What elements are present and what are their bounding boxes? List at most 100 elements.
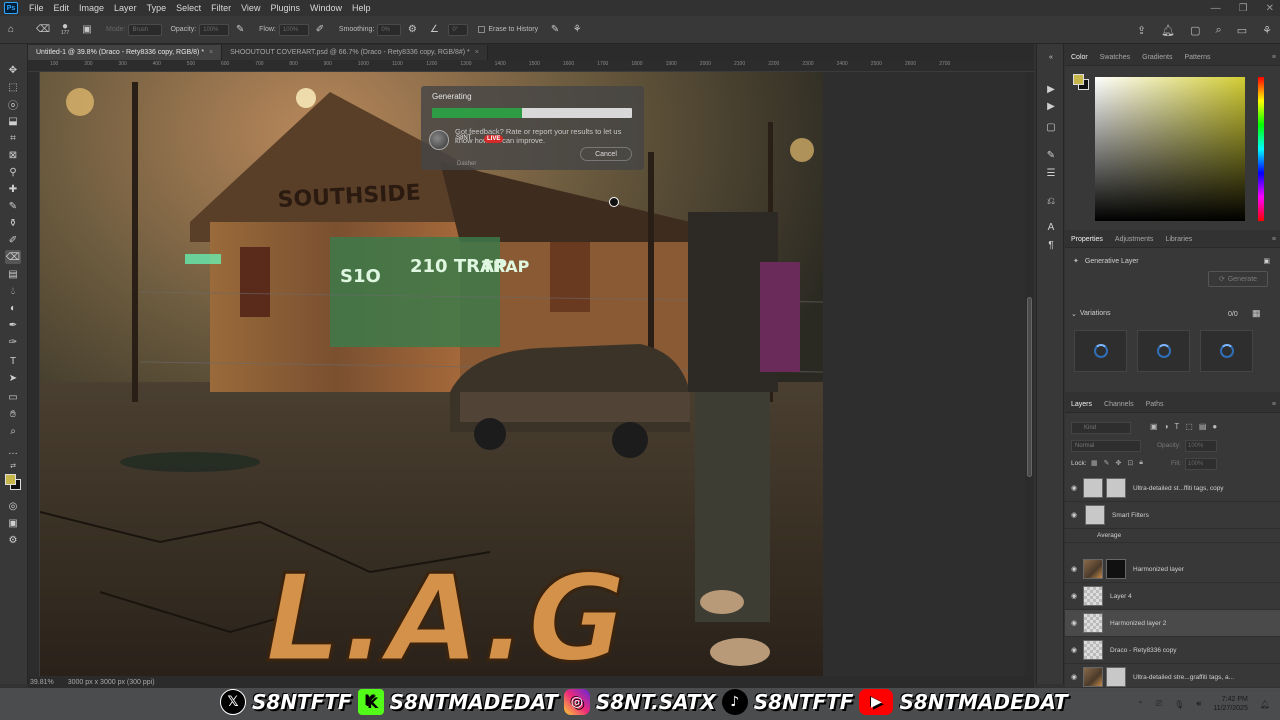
layer-row[interactable]: ◉ Smart Filters bbox=[1065, 502, 1280, 529]
variations-header[interactable]: ⌄ Variations bbox=[1071, 310, 1110, 318]
generative-options-icon[interactable]: ▣ bbox=[1263, 257, 1270, 265]
menu-help[interactable]: Help bbox=[347, 3, 376, 13]
scroll-thumb[interactable] bbox=[1027, 297, 1032, 477]
lock-artboard-icon[interactable]: ⊡ bbox=[1127, 459, 1133, 467]
eraser-tool-icon[interactable]: ⌫ bbox=[5, 250, 21, 264]
brush-settings-icon[interactable]: ✎ bbox=[1044, 148, 1058, 162]
color-picker-field[interactable] bbox=[1095, 77, 1245, 221]
eyedropper-tool-icon[interactable]: ⚲ bbox=[5, 165, 21, 179]
brush-settings-icon[interactable]: ▣ bbox=[80, 23, 94, 37]
close-tab-icon[interactable]: × bbox=[475, 49, 479, 56]
layer-row[interactable]: ◉ Harmonized layer 2 bbox=[1065, 610, 1280, 637]
more-tools-icon[interactable]: … bbox=[5, 444, 21, 458]
path-select-icon[interactable]: ➤ bbox=[5, 371, 21, 385]
visibility-eye-icon[interactable]: ◉ bbox=[1065, 646, 1083, 654]
visibility-eye-icon[interactable]: ◉ bbox=[1065, 565, 1083, 573]
network-icon[interactable]: ⎚ bbox=[1156, 699, 1162, 709]
layer-filter-kind[interactable]: Kind bbox=[1071, 422, 1131, 434]
quick-mask-icon[interactable]: ◎ bbox=[5, 499, 21, 513]
lock-all-icon[interactable]: 🔒︎ bbox=[1139, 459, 1143, 467]
layer-row[interactable]: ◉ Draco - Rety8336 copy bbox=[1065, 637, 1280, 664]
object-select-tool-icon[interactable]: ⬓ bbox=[5, 114, 21, 128]
visibility-eye-icon[interactable]: ◉ bbox=[1065, 619, 1083, 627]
symmetry-icon[interactable]: ⚘ bbox=[570, 23, 584, 37]
character-icon[interactable]: A bbox=[1044, 220, 1058, 234]
screen-mode-icon[interactable]: ▣ bbox=[5, 516, 21, 530]
lock-pixels-icon[interactable]: ✎ bbox=[1104, 459, 1110, 467]
zoom-tool-icon[interactable]: ⌕ bbox=[5, 424, 21, 438]
visibility-eye-icon[interactable]: ◉ bbox=[1065, 511, 1083, 519]
layer-row[interactable]: ◉ Ultra-detailed st...ffiti tags, copy bbox=[1065, 475, 1280, 502]
grid-view-icon[interactable]: ▦ bbox=[1252, 308, 1261, 319]
tab-gradients[interactable]: Gradients bbox=[1136, 54, 1178, 61]
mode-select[interactable]: Brush bbox=[128, 23, 163, 36]
paragraph-icon[interactable]: ¶ bbox=[1044, 238, 1058, 252]
tab-layers[interactable]: Layers bbox=[1065, 401, 1098, 408]
airbrush-icon[interactable]: ✐ bbox=[313, 23, 327, 37]
menu-view[interactable]: View bbox=[236, 3, 265, 13]
hand-tool-icon[interactable]: ✋︎ bbox=[5, 407, 21, 421]
tab-patterns[interactable]: Patterns bbox=[1178, 54, 1216, 61]
notifications-icon[interactable]: 🔔︎ bbox=[1161, 24, 1175, 37]
zoom-level[interactable]: 39.81% bbox=[30, 679, 54, 686]
menu-edit[interactable]: Edit bbox=[49, 3, 75, 13]
share-icon[interactable]: ⇪ bbox=[1137, 24, 1146, 37]
vertical-scrollbar[interactable] bbox=[1025, 72, 1034, 676]
frame-tool-icon[interactable]: ⊠ bbox=[5, 148, 21, 162]
move-tool-icon[interactable]: ✥ bbox=[5, 63, 21, 77]
tab-untitled-1[interactable]: Untitled-1 @ 39.8% (Draco - Rety8336 cop… bbox=[28, 45, 223, 60]
edit-toolbar-icon[interactable]: ⚙ bbox=[5, 533, 21, 547]
pressure-size-icon[interactable]: ✎ bbox=[548, 23, 562, 37]
tab-adjustments[interactable]: Adjustments bbox=[1109, 236, 1160, 243]
brush-tool-icon[interactable]: ✎ bbox=[5, 199, 21, 213]
clone-stamp-icon[interactable]: ⚱ bbox=[5, 216, 21, 230]
visibility-eye-icon[interactable]: ◉ bbox=[1065, 484, 1083, 492]
lasso-tool-icon[interactable]: ⓞ bbox=[5, 97, 21, 112]
maximize-icon[interactable]: ❐ bbox=[1239, 3, 1248, 14]
filter-toggle-icon[interactable]: ● bbox=[1212, 422, 1217, 431]
play-icon[interactable]: ▶ bbox=[1044, 99, 1058, 113]
dodge-tool-icon[interactable]: ◐ bbox=[5, 301, 21, 315]
variation-thumb-3[interactable] bbox=[1200, 330, 1253, 372]
rectangle-tool-icon[interactable]: ▭ bbox=[5, 390, 21, 404]
variation-thumb-1[interactable] bbox=[1074, 330, 1127, 372]
menu-plugins[interactable]: Plugins bbox=[265, 3, 305, 13]
tab-shootout-coverart[interactable]: SHOOUTOUT COVERART.psd @ 66.7% (Draco - … bbox=[222, 45, 488, 60]
variation-thumb-2[interactable] bbox=[1137, 330, 1190, 372]
type-tool-icon[interactable]: T bbox=[5, 354, 21, 368]
discover-icon[interactable]: ⚘ bbox=[1262, 24, 1272, 37]
opacity-field[interactable]: 100% bbox=[199, 23, 230, 36]
eraser-tool-icon[interactable]: ⌫ bbox=[36, 23, 50, 37]
layer-mask-thumbnail[interactable] bbox=[1106, 478, 1126, 498]
menu-type[interactable]: Type bbox=[142, 3, 172, 13]
smoothing-field[interactable]: 0% bbox=[377, 23, 402, 36]
history-brush-icon[interactable]: ✐ bbox=[5, 233, 21, 247]
adjust-icon[interactable]: ☰ bbox=[1044, 166, 1058, 180]
pen-freeform-icon[interactable]: ✑ bbox=[5, 335, 21, 349]
tab-paths[interactable]: Paths bbox=[1140, 401, 1170, 408]
visibility-eye-icon[interactable]: ◉ bbox=[1065, 673, 1083, 681]
foreground-color-swatch[interactable] bbox=[5, 474, 16, 485]
blur-tool-icon[interactable]: 💧︎ bbox=[5, 284, 21, 298]
menu-select[interactable]: Select bbox=[171, 3, 206, 13]
panel-menu-icon[interactable]: ≡ bbox=[1272, 236, 1276, 243]
clock[interactable]: 7:42 PM 11/27/2025 bbox=[1213, 695, 1248, 713]
brush-preset-icon[interactable]: ● 177 bbox=[58, 21, 72, 37]
layer-opacity-field[interactable]: 100% bbox=[1185, 440, 1217, 452]
layer-mask-thumbnail[interactable] bbox=[1106, 559, 1126, 579]
notification-bell-icon[interactable]: 🔔︎ bbox=[1260, 700, 1270, 709]
pressure-opacity-icon[interactable]: ✎ bbox=[233, 23, 247, 37]
layer-row[interactable]: ◉ Ultra-detailed stre...graffiti tags, a.… bbox=[1065, 664, 1280, 691]
marquee-tool-icon[interactable]: ⬚ bbox=[5, 80, 21, 94]
lock-position-icon[interactable]: ✥ bbox=[1116, 459, 1122, 467]
menu-filter[interactable]: Filter bbox=[206, 3, 236, 13]
pen-tool-icon[interactable]: ✒ bbox=[5, 318, 21, 332]
volume-icon[interactable]: 🔊︎ bbox=[1196, 699, 1201, 709]
tab-properties[interactable]: Properties bbox=[1065, 236, 1109, 243]
workspace-icon[interactable]: ▭ bbox=[1237, 24, 1247, 37]
angle-field[interactable]: 0° bbox=[448, 23, 469, 36]
microphone-icon[interactable]: 🎙︎ bbox=[1174, 700, 1184, 709]
panel-foreground-swatch[interactable] bbox=[1073, 74, 1084, 85]
crop-tool-icon[interactable]: ⌗ bbox=[5, 131, 21, 145]
minimize-icon[interactable]: — bbox=[1211, 3, 1221, 14]
